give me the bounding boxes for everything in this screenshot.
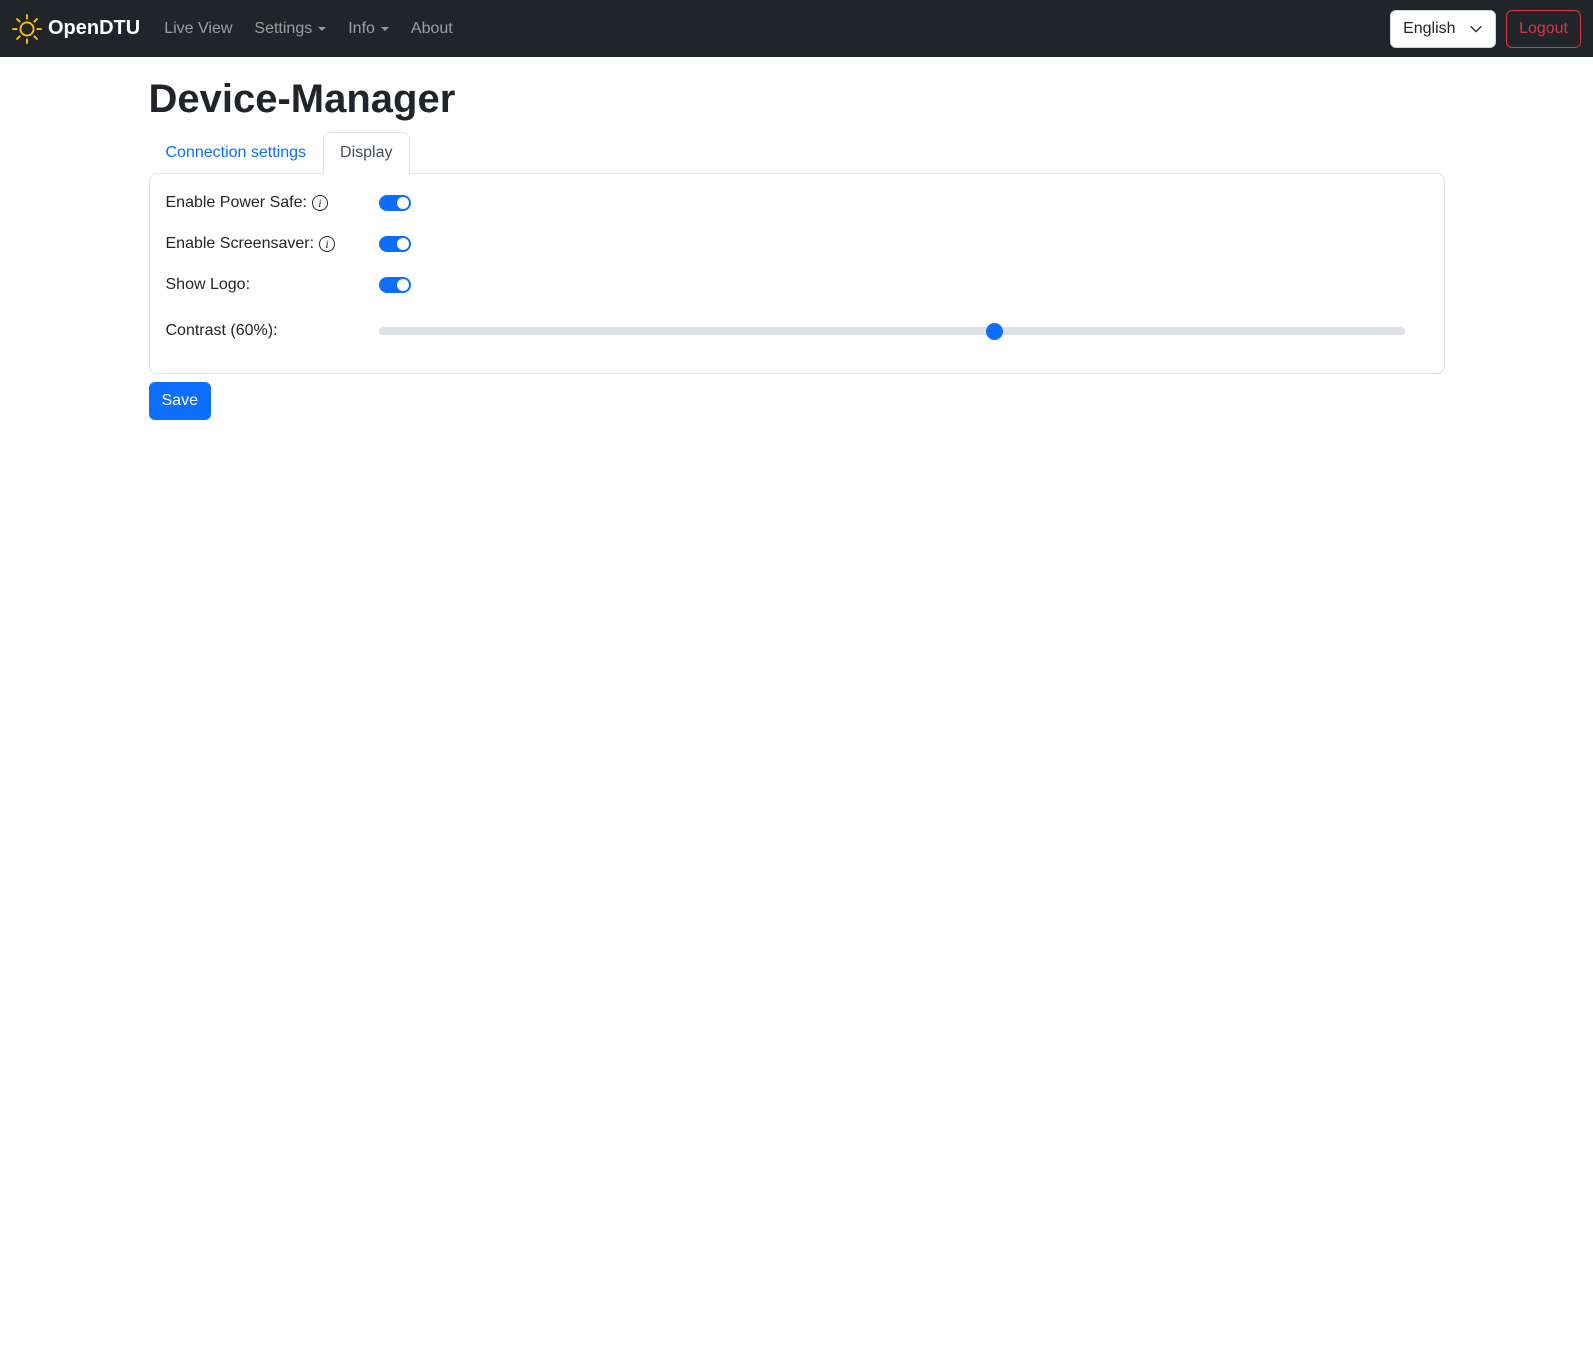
field-label-text: Contrast (60%): xyxy=(165,322,278,339)
brand-link[interactable]: OpenDTU xyxy=(12,13,141,44)
slider-thumb[interactable] xyxy=(986,323,1004,340)
tab-connection-settings[interactable]: Connection settings xyxy=(149,132,324,174)
form-row: Enable Power Safe: i xyxy=(166,191,1428,215)
save-button[interactable]: Save xyxy=(148,382,211,420)
sun-icon xyxy=(12,13,42,44)
caret-down-icon xyxy=(380,26,389,31)
logout-button[interactable]: Logout xyxy=(1506,9,1581,48)
info-icon[interactable]: i xyxy=(319,236,336,252)
navbar-left: OpenDTU Live View Settings Info About xyxy=(12,12,467,46)
form-row: Enable Screensaver: i xyxy=(166,232,1428,256)
form-row: Show Logo: xyxy=(166,273,1428,297)
toggle-enable-power-safe[interactable] xyxy=(378,195,411,211)
tab-bar: Connection settings Display xyxy=(149,132,1445,174)
info-icon[interactable]: i xyxy=(311,195,328,211)
language-select[interactable]: English xyxy=(1390,9,1497,48)
field-label-text: Show Logo: xyxy=(165,276,251,293)
nav-menu: Live View Settings Info About xyxy=(156,12,467,46)
field-label-text: Enable Screensaver: xyxy=(165,235,315,252)
slider-track[interactable] xyxy=(378,327,1405,335)
field-label-text: Enable Power Safe: xyxy=(165,194,307,211)
toggle-enable-screensaver[interactable] xyxy=(378,236,411,252)
chevron-down-icon xyxy=(1469,22,1483,36)
field-label: Enable Power Safe: i xyxy=(166,191,379,215)
page-title: Device-Manager xyxy=(148,77,456,121)
tab-display[interactable]: Display xyxy=(323,132,410,174)
settings-form: Enable Power Safe: i Enable Screensaver:… xyxy=(166,191,1428,348)
nav-item-live-view[interactable]: Live View xyxy=(156,12,240,46)
main-content: Device-Manager Connection settings Displ… xyxy=(137,75,1457,420)
toggle-show-logo[interactable] xyxy=(378,277,411,293)
brand-label: OpenDTU xyxy=(48,17,141,39)
field-label: Show Logo: xyxy=(166,273,379,297)
field-label: Enable Screensaver: i xyxy=(166,232,379,256)
language-select-value: English xyxy=(1403,19,1456,37)
field-label: Contrast (60%): xyxy=(166,319,379,343)
nav-item-info[interactable]: Info xyxy=(340,12,397,46)
navbar: OpenDTU Live View Settings Info About En… xyxy=(0,0,1593,57)
settings-card: Enable Power Safe: i Enable Screensaver:… xyxy=(148,173,1445,374)
contrast-slider[interactable] xyxy=(378,319,1405,343)
nav-item-settings[interactable]: Settings xyxy=(246,12,334,46)
nav-item-about[interactable]: About xyxy=(403,12,461,46)
navbar-right: English Logout xyxy=(1390,9,1581,48)
form-row: Contrast (60%): xyxy=(166,314,1428,348)
caret-down-icon xyxy=(318,26,327,31)
